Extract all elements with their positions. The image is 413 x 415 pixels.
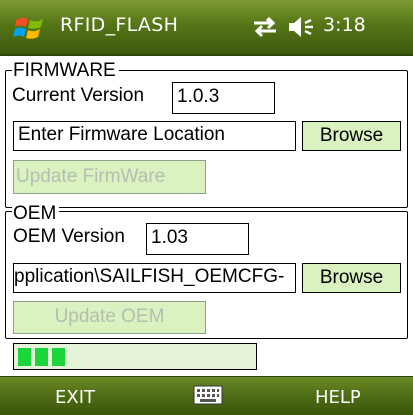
keyboard-icon[interactable] <box>193 385 223 405</box>
volume-icon[interactable] <box>287 15 319 39</box>
current-version-label: Current Version <box>12 85 145 106</box>
title-bar: RFID_FLASH 3:18 <box>0 0 413 56</box>
oem-browse-button[interactable]: Browse <box>302 263 401 293</box>
connectivity-icon[interactable] <box>251 15 279 39</box>
firmware-group-label: FIRMWARE <box>12 61 119 81</box>
windows-start-icon[interactable] <box>13 11 47 45</box>
current-version-field[interactable]: 1.0.3 <box>172 82 275 114</box>
oem-version-label: OEM Version <box>13 226 125 247</box>
main-content: FIRMWARE Current Version 1.0.3 Enter Fir… <box>0 58 413 360</box>
clock[interactable]: 3:18 <box>323 14 366 36</box>
exit-softkey[interactable]: EXIT <box>55 387 95 408</box>
update-oem-button[interactable]: Update OEM <box>13 301 206 334</box>
oem-group-label: OEM <box>12 204 60 224</box>
progress-segment <box>52 348 65 366</box>
softkey-bar: EXIT HELP <box>0 376 413 415</box>
progress-segment <box>35 348 48 366</box>
progress-bar <box>13 343 257 370</box>
oem-path-field[interactable]: pplication\SAILFISH_OEMCFG- <box>13 263 296 293</box>
progress-segment <box>18 348 31 366</box>
oem-version-field[interactable]: 1.03 <box>146 223 249 255</box>
app-title: RFID_FLASH <box>60 14 179 36</box>
firmware-browse-button[interactable]: Browse <box>302 121 401 151</box>
firmware-location-field[interactable]: Enter Firmware Location <box>13 121 296 151</box>
update-firmware-button[interactable]: Update FirmWare <box>13 160 206 194</box>
help-softkey[interactable]: HELP <box>315 387 361 408</box>
